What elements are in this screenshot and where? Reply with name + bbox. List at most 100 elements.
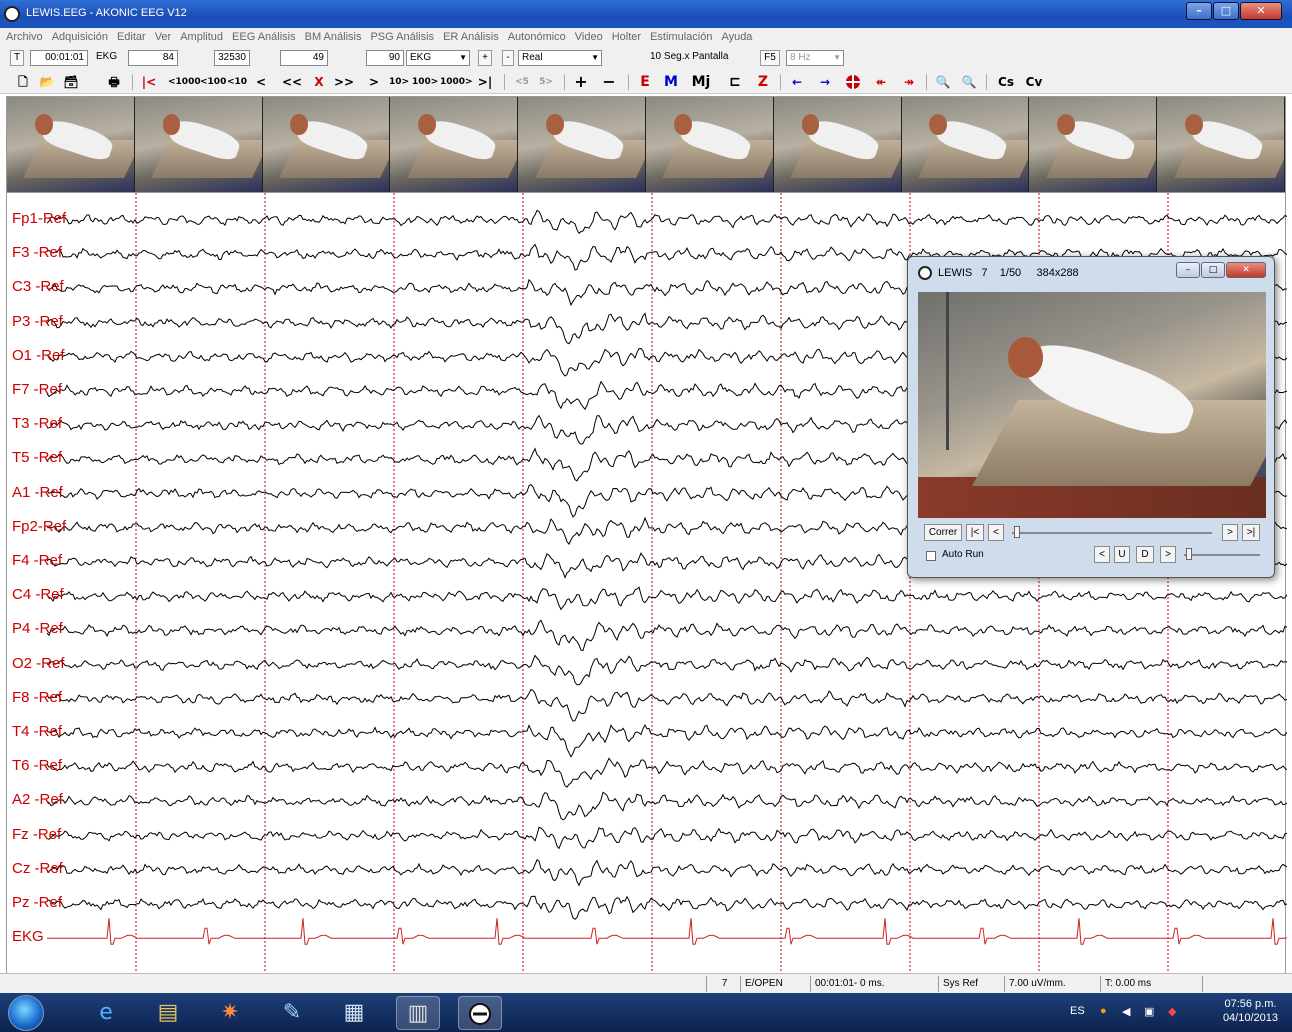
cs-button[interactable]: Cs — [994, 73, 1018, 91]
volume-track[interactable] — [1184, 554, 1260, 556]
menu-video[interactable]: Video — [575, 28, 603, 46]
f5-button[interactable]: F5 — [760, 50, 780, 66]
channel-label[interactable]: A2 -Ref — [12, 791, 63, 808]
channel-label[interactable]: Pz -Ref — [12, 894, 62, 911]
video-right-button[interactable]: > — [1160, 546, 1176, 563]
value-field-2[interactable]: 32530 — [214, 50, 250, 66]
mj-button[interactable]: Mj — [690, 73, 712, 91]
channel-label[interactable]: Cz -Ref — [12, 860, 63, 877]
action-center-icon[interactable]: ◆ — [1168, 1005, 1176, 1018]
video-prev-button[interactable]: < — [988, 524, 1004, 541]
mode-select[interactable]: Real ▼ — [518, 50, 602, 66]
back-page-button[interactable]: << — [282, 73, 302, 91]
channel-label[interactable]: Fp2-Ref — [12, 518, 66, 535]
channel-label[interactable]: EKG — [12, 928, 44, 945]
last-page-button[interactable]: >| — [476, 73, 494, 91]
channel-label[interactable]: T5 -Ref — [12, 449, 62, 466]
channel-label[interactable]: P3 -Ref — [12, 313, 63, 330]
video-window[interactable]: LEWIS 7 1/50 384x288 – □ ✕ Correr |< < >… — [907, 256, 1275, 578]
filter-select[interactable]: 8 Hz ▼ — [786, 50, 844, 66]
back-10-button[interactable]: <10 — [226, 73, 248, 91]
menu-psg-analisis[interactable]: PSG Análisis — [370, 28, 434, 46]
m-button[interactable]: M — [662, 73, 680, 91]
forward-1000-button[interactable]: 1000> — [440, 73, 473, 91]
menu-ver[interactable]: Ver — [155, 28, 172, 46]
language-indicator[interactable]: ES — [1070, 1005, 1085, 1017]
menu-er-analisis[interactable]: ER Análisis — [443, 28, 499, 46]
cancel-button[interactable]: X — [310, 73, 328, 91]
zoom-out-icon[interactable]: 🔍 — [960, 73, 978, 91]
akonic-app-icon[interactable] — [458, 996, 502, 1030]
back-1-button[interactable]: < — [254, 73, 268, 91]
channel-label[interactable]: Fp1-Ref — [12, 210, 66, 227]
menu-autonomico[interactable]: Autonómico — [508, 28, 566, 46]
menu-amplitud[interactable]: Amplitud — [180, 28, 223, 46]
system-clock[interactable]: 07:56 p.m. 04/10/2013 — [1223, 997, 1278, 1025]
menu-bm-analisis[interactable]: BM Análisis — [305, 28, 362, 46]
back-5-button[interactable]: <5 — [512, 73, 532, 91]
video-end-button[interactable]: >| — [1242, 524, 1260, 541]
menu-editar[interactable]: Editar — [117, 28, 146, 46]
internet-explorer-icon[interactable]: e — [84, 996, 128, 1030]
value-field-4[interactable]: 90 — [366, 50, 404, 66]
volume-tray-icon[interactable]: ◀ — [1122, 1005, 1130, 1018]
z-button[interactable]: Z — [754, 73, 772, 91]
file-explorer-icon[interactable]: ▤ — [146, 996, 190, 1030]
menu-archivo[interactable]: Archivo — [6, 28, 43, 46]
video-thumbnail[interactable] — [773, 97, 902, 192]
channel-label[interactable]: T3 -Ref — [12, 415, 62, 432]
run-button[interactable]: Correr — [924, 524, 962, 541]
close-button[interactable]: ✕ — [1240, 2, 1282, 20]
video-thumbnail[interactable] — [1029, 97, 1158, 192]
remove-button[interactable]: − — [600, 73, 618, 91]
crosshair-icon[interactable] — [842, 73, 864, 91]
channel-label[interactable]: O1 -Ref — [12, 347, 65, 364]
video-minimize-button[interactable]: – — [1176, 262, 1200, 278]
t-button[interactable]: T — [10, 50, 24, 66]
channel-label[interactable]: F7 -Ref — [12, 381, 62, 398]
menu-adquisicion[interactable]: Adquisición — [52, 28, 108, 46]
e-button[interactable]: E — [636, 73, 654, 91]
zoom-in-icon[interactable]: 🔍 — [934, 73, 952, 91]
video-seek-handle[interactable] — [1014, 526, 1020, 538]
channel-label[interactable]: T4 -Ref — [12, 723, 62, 740]
channel-label[interactable]: F8 -Ref — [12, 689, 62, 706]
video-thumbnail[interactable] — [518, 97, 646, 192]
channel-label[interactable]: C3 -Ref — [12, 278, 64, 295]
video-left-button[interactable]: < — [1094, 546, 1110, 563]
firefox-icon[interactable]: ✷ — [208, 996, 252, 1030]
channel-label[interactable]: A1 -Ref — [12, 484, 63, 501]
video-thumbnail[interactable] — [7, 97, 135, 192]
flag-tray-icon[interactable]: ▣ — [1144, 1005, 1154, 1018]
forward-5-button[interactable]: 5> — [536, 73, 556, 91]
video-next-button[interactable]: > — [1222, 524, 1238, 541]
left-arrow-button[interactable]: ← — [788, 73, 806, 91]
first-page-button[interactable]: |< — [140, 73, 158, 91]
menu-holter[interactable]: Holter — [612, 28, 641, 46]
forward-100-button[interactable]: 100> — [412, 73, 438, 91]
minus-button[interactable]: - — [502, 50, 514, 66]
open-folder-icon[interactable]: 📂 — [38, 73, 56, 91]
video-thumbnail[interactable] — [645, 97, 774, 192]
value-field-3[interactable]: 49 — [280, 50, 328, 66]
menu-estimulacion[interactable]: Estimulación — [650, 28, 712, 46]
video-thumbnail[interactable] — [390, 97, 519, 192]
channel-label[interactable]: F3 -Ref — [12, 244, 62, 261]
paint-icon[interactable]: ✎ — [270, 996, 314, 1030]
calculator-icon[interactable]: ▦ — [332, 996, 376, 1030]
forward-10-button[interactable]: 10> — [388, 73, 410, 91]
video-close-button[interactable]: ✕ — [1226, 262, 1266, 278]
video-thumbnail[interactable] — [262, 97, 391, 192]
channel-label[interactable]: O2 -Ref — [12, 655, 65, 672]
video-start-button[interactable]: |< — [966, 524, 984, 541]
volume-handle[interactable] — [1186, 548, 1192, 560]
channel-label[interactable]: C4 -Ref — [12, 586, 64, 603]
montage-select[interactable]: EKG ▼ — [406, 50, 470, 66]
video-thumbnail[interactable] — [901, 97, 1030, 192]
right-arrow-button[interactable]: → — [816, 73, 834, 91]
video-seek-track[interactable] — [1012, 532, 1212, 534]
cv-button[interactable]: Cv — [1022, 73, 1046, 91]
file-cabinet-icon[interactable]: ▥ — [396, 996, 440, 1030]
start-button[interactable] — [8, 995, 44, 1031]
video-up-button[interactable]: U — [1114, 546, 1130, 563]
